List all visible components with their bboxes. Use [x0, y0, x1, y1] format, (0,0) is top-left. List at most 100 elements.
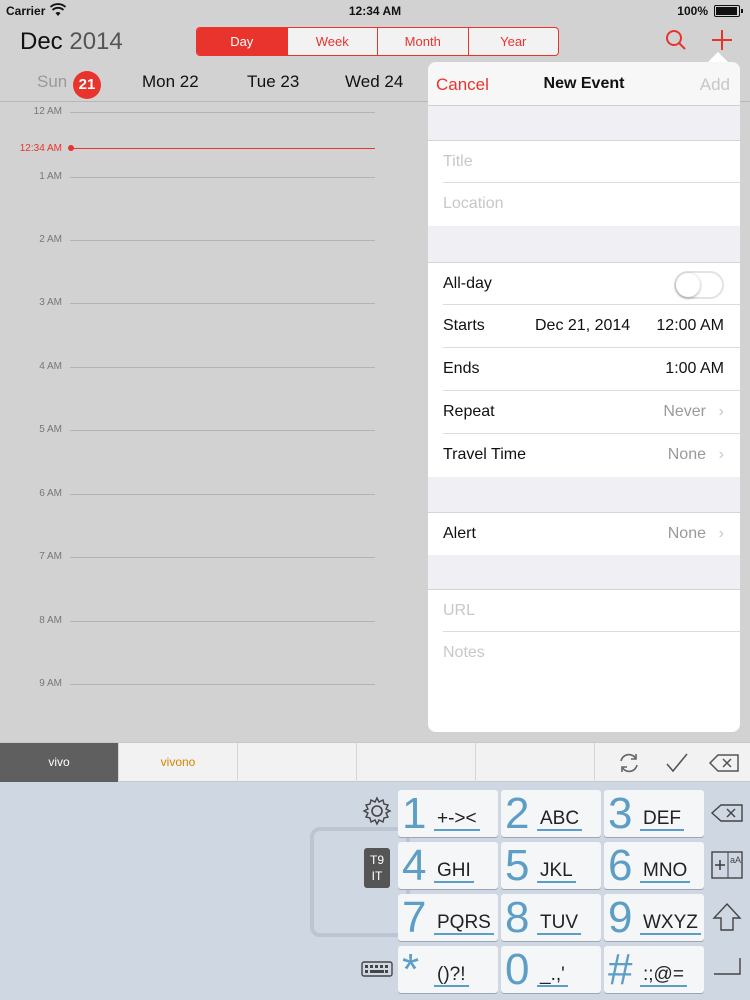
clock-label: 12:34 AM [348, 4, 402, 18]
key-5[interactable]: 5 JKL [501, 841, 601, 890]
key-2[interactable]: 2 ABC [501, 789, 601, 838]
key-8[interactable]: 8 TUV [501, 893, 601, 942]
key-3[interactable]: 3 DEF [604, 789, 704, 838]
travel-time-value: None [667, 446, 706, 463]
keyboard-hide-icon[interactable] [360, 952, 394, 986]
starts-date: Dec 21, 2014 [535, 317, 631, 334]
hour-label: 3 AM [39, 297, 62, 308]
hour-line [70, 621, 375, 622]
settings-gear-icon[interactable] [360, 794, 394, 828]
candidate-slot[interactable] [238, 743, 357, 782]
hour-label: 7 AM [39, 551, 62, 562]
key-star[interactable]: * ()?! [398, 945, 498, 994]
battery-percent: 100% [677, 4, 708, 18]
hour-line [70, 557, 375, 558]
repeat-value: Never [663, 403, 706, 420]
candidate-slot[interactable] [357, 743, 476, 782]
add-button[interactable]: Add [700, 75, 730, 95]
key-letters: DEF [640, 809, 684, 831]
candidate-word[interactable]: vivono [119, 743, 238, 782]
key-0[interactable]: 0 _.,' [501, 945, 601, 994]
backspace-icon[interactable] [708, 750, 740, 776]
key-6[interactable]: 6 MNO [604, 841, 704, 890]
alert-row[interactable]: Alert None › [428, 512, 740, 555]
key-digit: 9 [608, 893, 633, 942]
hour-label: 12 AM [33, 106, 62, 117]
hour-line [70, 684, 375, 685]
month-year-title: Dec 2014 [20, 28, 123, 56]
t9-keyboard: T9 IT 1 +->< 2 ABC 3 DEF 4 GHI 5 JKL 6 M… [0, 782, 750, 1000]
ends-time: 1:00 AM [665, 360, 724, 377]
starts-label: Starts [443, 317, 485, 334]
key-digit: 5 [505, 841, 530, 890]
input-mode-badge[interactable]: T9 IT [364, 848, 390, 888]
all-day-label: All-day [443, 275, 492, 292]
hour-line [70, 177, 375, 178]
starts-row[interactable]: Starts Dec 21, 2014 12:00 AM [428, 305, 740, 348]
title-field[interactable]: Title [428, 140, 740, 183]
key-digit: 2 [505, 789, 530, 838]
alert-value: None [667, 525, 706, 542]
candidate-slot[interactable] [476, 743, 595, 782]
key-digit: 1 [402, 789, 427, 838]
hour-label: 8 AM [39, 615, 62, 626]
key-9[interactable]: 9 WXYZ [604, 893, 704, 942]
key-letters: JKL [537, 861, 576, 883]
calendar-header: Dec 2014 Day Week Month Year [0, 22, 750, 62]
location-field[interactable]: Location [428, 183, 740, 226]
search-icon[interactable] [664, 28, 688, 52]
today-date-badge[interactable]: 21 [73, 71, 101, 99]
key-7[interactable]: 7 PQRS [398, 893, 498, 942]
day-sun[interactable]: Sun [37, 72, 67, 92]
day-mon[interactable]: Mon 22 [142, 72, 199, 92]
day-wed[interactable]: Wed 24 [345, 72, 403, 92]
check-icon[interactable] [664, 750, 690, 776]
hour-label: 2 AM [39, 234, 62, 245]
popover-navbar: Cancel New Event Add [428, 62, 740, 106]
chevron-right-icon: › [718, 525, 724, 542]
travel-time-label: Travel Time [443, 446, 526, 463]
repeat-label: Repeat [443, 403, 495, 420]
key-letters: _.,' [537, 965, 568, 987]
starts-time: 12:00 AM [656, 317, 724, 334]
segment-month[interactable]: Month [377, 28, 468, 55]
delete-key-icon[interactable] [710, 796, 744, 830]
mode-badge-bottom: IT [371, 869, 383, 883]
key-letters: TUV [537, 913, 581, 935]
all-day-toggle[interactable] [674, 271, 724, 299]
refresh-icon[interactable] [616, 750, 642, 776]
segment-week[interactable]: Week [286, 28, 378, 55]
key-hash[interactable]: # :;@= [604, 945, 704, 994]
hour-label: 9 AM [39, 678, 62, 689]
key-digit: 7 [402, 893, 427, 942]
key-digit: 0 [505, 945, 530, 994]
travel-time-row[interactable]: Travel Time None › [428, 434, 740, 477]
view-segmented-control: Day Week Month Year [196, 27, 559, 56]
case-toggle-icon[interactable]: aA [710, 848, 744, 882]
candidate-word[interactable]: vivo [0, 743, 119, 782]
month-label: Dec [20, 28, 63, 55]
shift-icon[interactable] [710, 900, 744, 934]
popover-title: New Event [543, 75, 625, 92]
hour-label: 1 AM [39, 171, 62, 182]
status-bar: Carrier 12:34 AM 100% [0, 0, 750, 22]
repeat-row[interactable]: Repeat Never › [428, 391, 740, 434]
notes-field[interactable]: Notes [428, 632, 740, 732]
segment-day[interactable]: Day [197, 28, 287, 55]
url-field[interactable]: URL [428, 589, 740, 632]
hour-label: 4 AM [39, 361, 62, 372]
ends-row[interactable]: Ends 1:00 AM [428, 348, 740, 391]
title-placeholder: Title [443, 153, 473, 170]
key-letters: GHI [434, 861, 474, 883]
add-event-icon[interactable] [710, 28, 734, 52]
key-1[interactable]: 1 +->< [398, 789, 498, 838]
key-letters: ABC [537, 809, 583, 831]
day-tue[interactable]: Tue 23 [247, 72, 299, 92]
hour-line [70, 240, 375, 241]
segment-year[interactable]: Year [467, 28, 559, 55]
hour-line [70, 112, 375, 113]
return-key-icon[interactable] [710, 952, 744, 986]
current-time-label: 12:34 AM [19, 143, 62, 154]
key-4[interactable]: 4 GHI [398, 841, 498, 890]
chevron-right-icon: › [718, 403, 724, 420]
